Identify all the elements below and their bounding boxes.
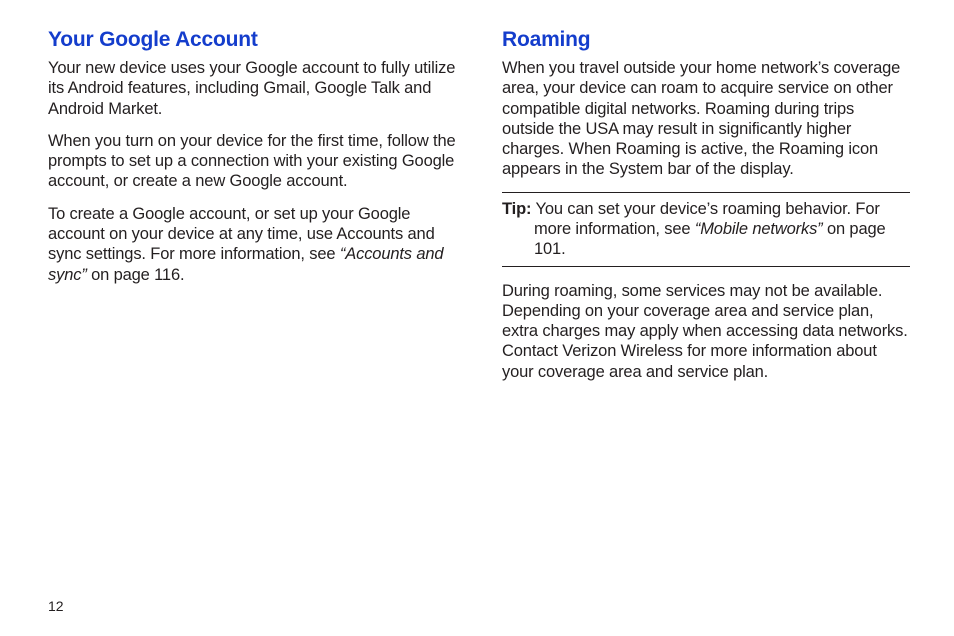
- paragraph: When you travel outside your home networ…: [502, 58, 910, 180]
- right-column: Roaming When you travel outside your hom…: [502, 28, 910, 394]
- cross-reference: “Mobile networks”: [695, 220, 823, 238]
- tip-content: Tip: You can set your device’s roaming b…: [502, 199, 910, 260]
- paragraph: During roaming, some services may not be…: [502, 281, 910, 382]
- tip-box: Tip: You can set your device’s roaming b…: [502, 192, 910, 267]
- text: on page 116.: [87, 266, 185, 284]
- paragraph: To create a Google account, or set up yo…: [48, 204, 456, 285]
- paragraph: When you turn on your device for the fir…: [48, 131, 456, 192]
- tip-label: Tip:: [502, 200, 531, 218]
- page-columns: Your Google Account Your new device uses…: [48, 28, 910, 394]
- paragraph: Your new device uses your Google account…: [48, 58, 456, 119]
- page-number: 12: [48, 598, 64, 614]
- heading-google-account: Your Google Account: [48, 28, 456, 52]
- heading-roaming: Roaming: [502, 28, 910, 52]
- left-column: Your Google Account Your new device uses…: [48, 28, 456, 394]
